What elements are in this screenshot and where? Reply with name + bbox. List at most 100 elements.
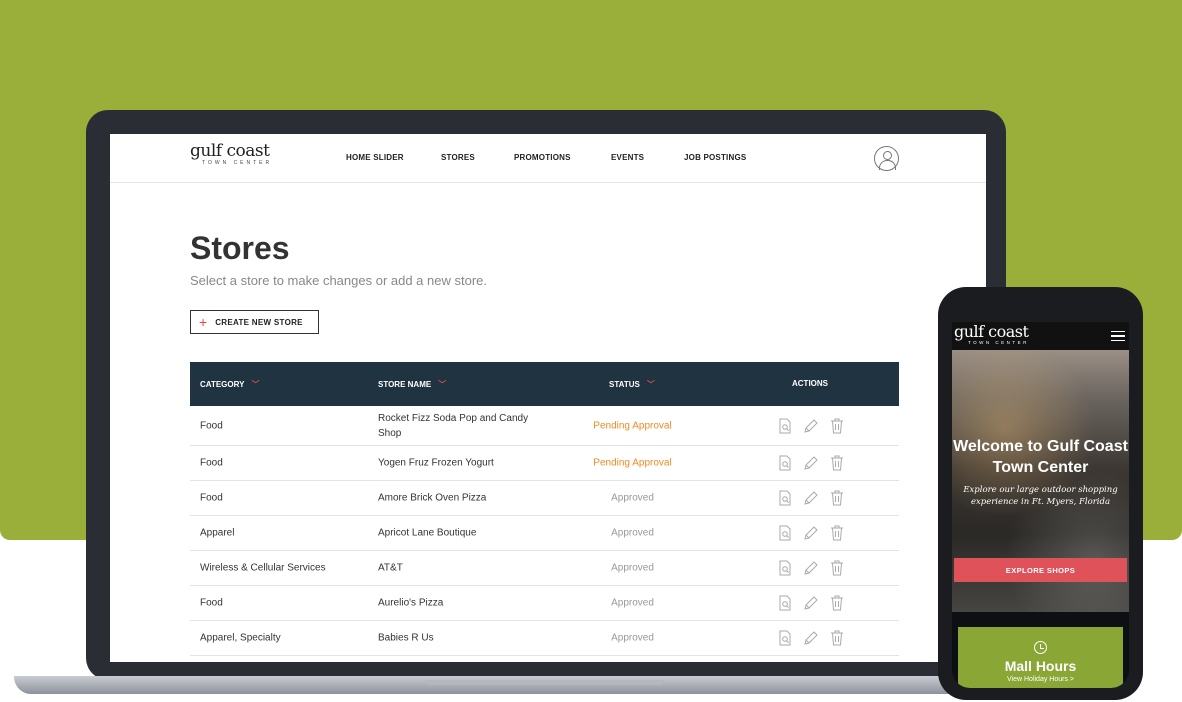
table-row[interactable]: Food Amore Brick Oven Pizza Approved bbox=[190, 481, 899, 516]
mall-hours-title: Mall Hours bbox=[1004, 658, 1077, 674]
view-document-icon[interactable] bbox=[777, 525, 793, 541]
cell-status: Pending Approval bbox=[593, 420, 672, 431]
header-actions-label: ACTIONS bbox=[792, 379, 828, 388]
laptop-notch bbox=[425, 680, 665, 685]
nav-home-slider[interactable]: HOME SLIDER bbox=[346, 153, 404, 162]
delete-trash-icon[interactable] bbox=[829, 630, 845, 646]
view-document-icon[interactable] bbox=[777, 560, 793, 576]
logo-text: gulf coast bbox=[190, 141, 270, 161]
mobile-header: gulf coast TOWN CENTER bbox=[952, 322, 1129, 350]
cell-category: Food bbox=[200, 457, 223, 469]
table-row[interactable]: Food Rocket Fizz Soda Pop and Candy Shop P… bbox=[190, 406, 899, 446]
row-actions bbox=[777, 490, 845, 506]
hero-image: Welcome to Gulf Coast Town Center Explor… bbox=[952, 350, 1129, 612]
row-actions bbox=[777, 595, 845, 611]
laptop-base bbox=[14, 676, 1066, 694]
table-row[interactable]: Apparel Apricot Lane Boutique Approved bbox=[190, 516, 899, 551]
holiday-hours-link[interactable]: View Holiday Hours > bbox=[958, 676, 1123, 683]
cell-status: Approved bbox=[611, 562, 654, 574]
nav-promotions[interactable]: PROMOTIONS bbox=[514, 153, 571, 162]
cell-store-name: Aurelio's Pizza bbox=[378, 597, 444, 609]
cell-category: Food bbox=[200, 420, 223, 431]
cell-category: Apparel bbox=[200, 527, 235, 539]
cell-category: Wireless & Cellular Services bbox=[200, 562, 326, 574]
nav-job-postings[interactable]: JOB POSTINGS bbox=[684, 153, 746, 162]
delete-trash-icon[interactable] bbox=[829, 595, 845, 611]
header-category[interactable]: CATEGORY ﹀ bbox=[200, 379, 259, 390]
header-store-name[interactable]: STORE NAME ﹀ bbox=[378, 379, 446, 390]
delete-trash-icon[interactable] bbox=[829, 490, 845, 506]
edit-pencil-icon[interactable] bbox=[803, 525, 819, 541]
edit-pencil-icon[interactable] bbox=[803, 560, 819, 576]
sort-icon: ﹀ bbox=[438, 380, 446, 389]
cell-store-name: Rocket Fizz Soda Pop and Candy Shop bbox=[378, 412, 529, 439]
edit-pencil-icon[interactable] bbox=[803, 490, 819, 506]
laptop-screen: gulf coast TOWN CENTER HOME SLIDER STORE… bbox=[110, 134, 986, 662]
cell-category: Food bbox=[200, 597, 223, 609]
mall-hours-card[interactable]: Mall Hours View Holiday Hours > bbox=[958, 627, 1123, 688]
row-actions bbox=[777, 560, 845, 576]
delete-trash-icon[interactable] bbox=[829, 560, 845, 576]
cell-status: Pending Approval bbox=[593, 457, 672, 469]
stage: gulf coast TOWN CENTER HOME SLIDER STORE… bbox=[0, 0, 1182, 702]
cell-status: Approved bbox=[611, 527, 654, 539]
mobile-logo-subtext: TOWN CENTER bbox=[968, 340, 1029, 345]
view-document-icon[interactable] bbox=[777, 490, 793, 506]
create-new-store-button[interactable]: + CREATE NEW STORE bbox=[190, 310, 319, 334]
table-body: Food Rocket Fizz Soda Pop and Candy Shop P… bbox=[190, 406, 899, 656]
table-row[interactable]: Wireless & Cellular Services AT&T Approved bbox=[190, 551, 899, 586]
sort-icon: ﹀ bbox=[251, 380, 259, 389]
table-header: CATEGORY ﹀ STORE NAME ﹀ STATUS ﹀ ACTIONS bbox=[190, 362, 899, 406]
hero-subtitle: Explore our large outdoor shopping exper… bbox=[963, 485, 1118, 507]
table-row[interactable]: Food Yogen Fruz Frozen Yogurt Pending Appr… bbox=[190, 446, 899, 481]
cell-store-name: Yogen Fruz Frozen Yogurt bbox=[378, 457, 494, 469]
stores-table: CATEGORY ﹀ STORE NAME ﹀ STATUS ﹀ ACTIONS… bbox=[190, 362, 899, 656]
logo-subtext: TOWN CENTER bbox=[202, 160, 273, 166]
view-document-icon[interactable] bbox=[777, 595, 793, 611]
cell-status: Approved bbox=[611, 492, 654, 504]
delete-trash-icon[interactable] bbox=[829, 525, 845, 541]
cell-store-name: Apricot Lane Boutique bbox=[378, 527, 477, 539]
edit-pencil-icon[interactable] bbox=[803, 455, 819, 471]
row-actions bbox=[777, 455, 845, 471]
nav-stores[interactable]: STORES bbox=[441, 153, 475, 162]
nav-events[interactable]: EVENTS bbox=[611, 153, 644, 162]
cell-status: Approved bbox=[611, 597, 654, 609]
create-new-store-label: CREATE NEW STORE bbox=[215, 317, 303, 327]
delete-trash-icon[interactable] bbox=[829, 418, 845, 434]
explore-shops-button[interactable]: EXPLORE SHOPS bbox=[954, 558, 1127, 582]
site-logo[interactable]: gulf coast TOWN CENTER bbox=[190, 142, 280, 172]
sort-icon: ﹀ bbox=[646, 380, 655, 389]
hamburger-menu-icon[interactable] bbox=[1111, 331, 1125, 341]
cell-status: Approved bbox=[611, 632, 654, 644]
edit-pencil-icon[interactable] bbox=[803, 595, 819, 611]
site-header: gulf coast TOWN CENTER HOME SLIDER STORE… bbox=[110, 134, 986, 183]
view-document-icon[interactable] bbox=[777, 418, 793, 434]
cell-store-name: Amore Brick Oven Pizza bbox=[378, 492, 487, 504]
row-actions bbox=[777, 418, 845, 434]
edit-pencil-icon[interactable] bbox=[803, 418, 819, 434]
row-actions bbox=[777, 525, 845, 541]
cell-category: Food bbox=[200, 492, 223, 504]
page-title: Stores bbox=[190, 230, 290, 266]
clock-icon bbox=[1034, 641, 1047, 654]
mobile-logo-text: gulf coast bbox=[954, 322, 1029, 341]
page-subtitle: Select a store to make changes or add a … bbox=[190, 273, 488, 288]
edit-pencil-icon[interactable] bbox=[803, 630, 819, 646]
hero-title: Welcome to Gulf Coast Town Center bbox=[953, 438, 1128, 476]
table-row[interactable]: Apparel, Specialty Babies R Us Approved bbox=[190, 621, 899, 656]
header-status[interactable]: STATUS ﹀ bbox=[609, 379, 655, 390]
user-avatar-icon[interactable] bbox=[874, 146, 899, 171]
header-actions: ACTIONS bbox=[792, 379, 828, 388]
cell-category: Apparel, Specialty bbox=[200, 632, 281, 644]
delete-trash-icon[interactable] bbox=[829, 455, 845, 471]
plus-icon: + bbox=[199, 314, 208, 330]
table-row[interactable]: Food Aurelio's Pizza Approved bbox=[190, 586, 899, 621]
mobile-logo[interactable]: gulf coast TOWN CENTER bbox=[954, 323, 1029, 345]
phone-screen: gulf coast TOWN CENTER Welcome to Gulf C… bbox=[952, 322, 1129, 688]
view-document-icon[interactable] bbox=[777, 630, 793, 646]
header-status-label: STATUS bbox=[609, 380, 640, 389]
cell-store-name: Babies R Us bbox=[378, 632, 434, 644]
cell-store-name: AT&T bbox=[378, 562, 403, 574]
view-document-icon[interactable] bbox=[777, 455, 793, 471]
